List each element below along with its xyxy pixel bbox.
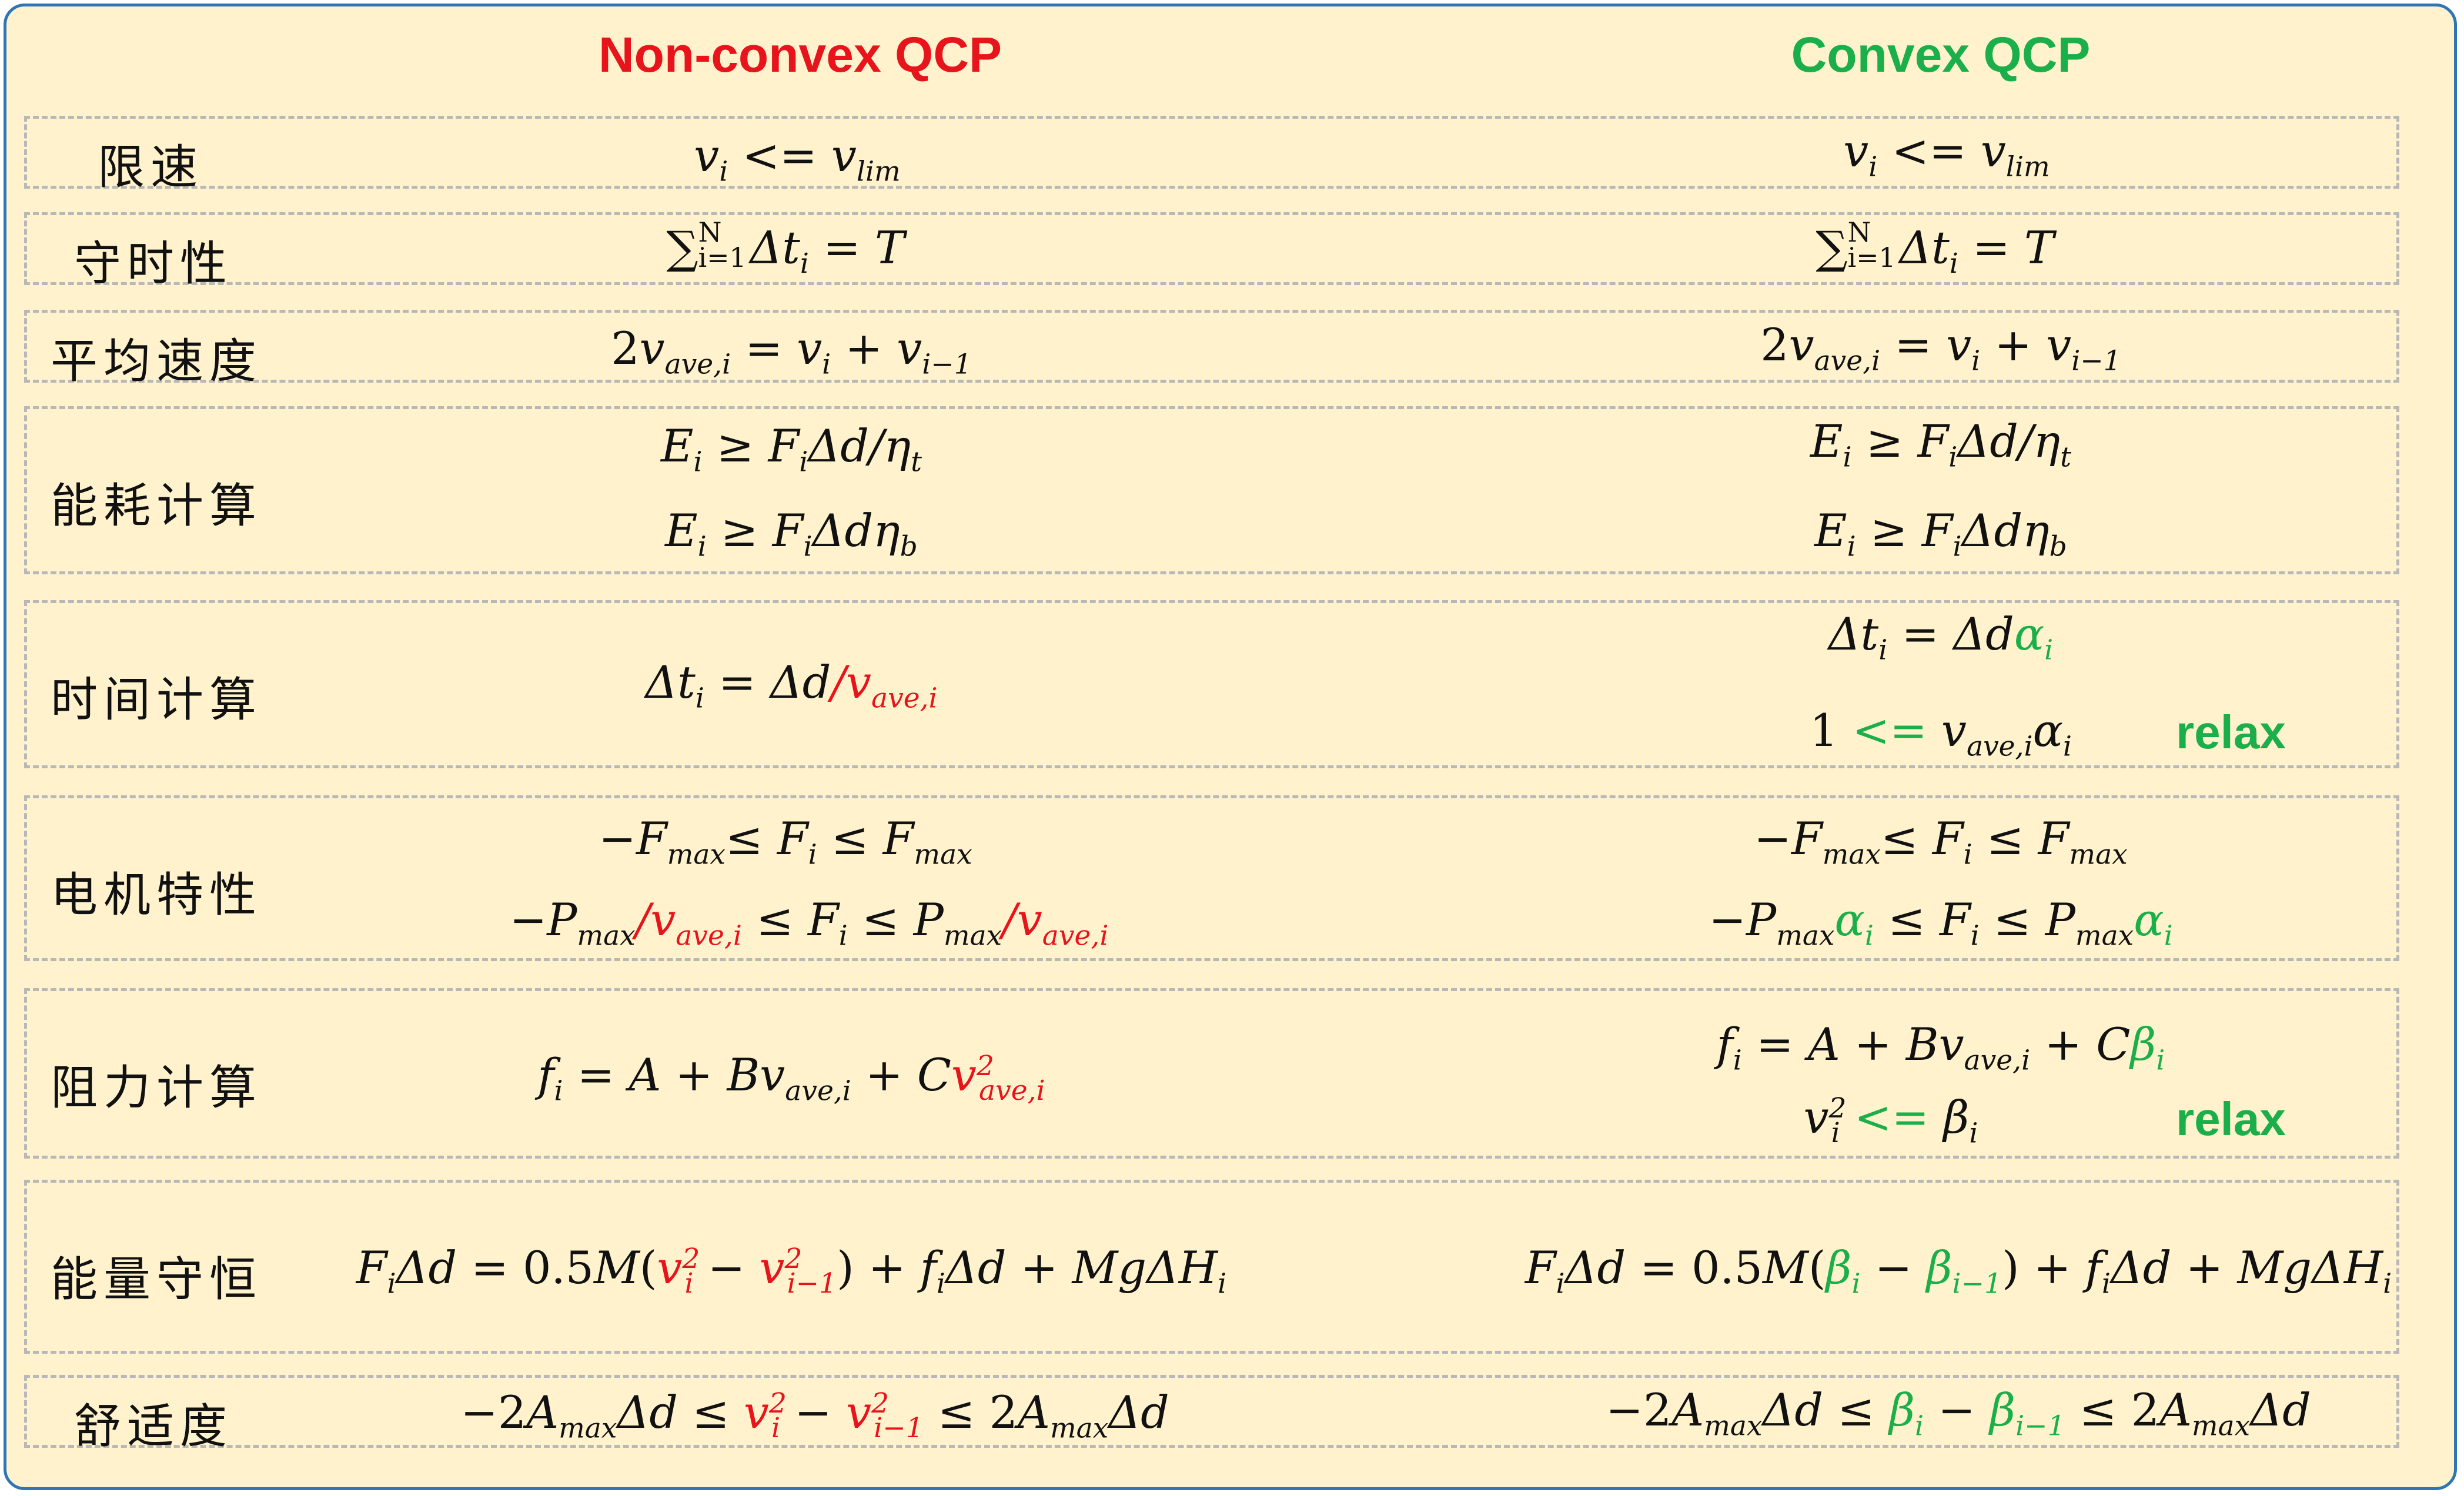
row-time-calculation: 时间计算 Δti = Δd/vave,i Δti = Δdαi 1 <= vav… bbox=[24, 600, 2399, 768]
row-punctuality: 守时性 ∑N i=1Δti = T ∑N i=1Δti = T bbox=[24, 212, 2399, 291]
row-label: 舒适度 bbox=[74, 1399, 233, 1454]
row-label: 守时性 bbox=[74, 236, 233, 291]
row-energy-consumption: 能耗计算 Ei ≥ FiΔd/ηt Ei ≥ FiΔdηb Ei ≥ FiΔd/… bbox=[24, 406, 2399, 574]
convex-eq-average-speed: 2vave,i = vi + vi−1 bbox=[1760, 319, 2121, 377]
row-label: 能量守恒 bbox=[51, 1252, 262, 1307]
convex-eq-punctuality: ∑N i=1Δti = T bbox=[1816, 217, 2054, 280]
row-label: 阻力计算 bbox=[51, 1060, 262, 1115]
convex-eq-time-relaxed: 1 <= vave,iαi bbox=[1809, 704, 2072, 763]
convex-eq-speed-limit: vi <= vlim bbox=[1843, 125, 2050, 183]
row-label: 平均速度 bbox=[51, 334, 262, 389]
nonconvex-eq-energy-traction: Ei ≥ FiΔd/ηt bbox=[660, 420, 922, 478]
convex-eq-power-limit: −Pmaxαi ≤ Fi ≤ Pmaxαi bbox=[1709, 893, 2173, 952]
row-label: 时间计算 bbox=[51, 672, 262, 727]
nonconvex-header: Non-convex QCP bbox=[598, 27, 1002, 82]
convex-eq-comfort: −2AmaxΔd ≤ βi − βi−1 ≤ 2AmaxΔd bbox=[1606, 1384, 2311, 1443]
row-resistance-calculation: 阻力计算 fi = A + Bvave,i + Cv2ave,i fi = A … bbox=[24, 988, 2399, 1159]
nonconvex-eq-average-speed: 2vave,i = vi + vi−1 bbox=[611, 322, 972, 381]
comparison-panel: Non-convex QCP Convex QCP 限速 vi <= vlim … bbox=[4, 4, 2457, 1490]
convex-eq-energy-traction: Ei ≥ FiΔd/ηt bbox=[1810, 415, 2072, 474]
nonconvex-eq-power-limit: −Pmax/vave,i ≤ Fi ≤ Pmax/vave,i bbox=[509, 893, 1109, 952]
nonconvex-eq-time: Δti = Δd/vave,i bbox=[645, 656, 938, 715]
nonconvex-eq-speed-limit: vi <= vlim bbox=[694, 129, 901, 188]
relax-tag-time: relax bbox=[2176, 706, 2286, 758]
row-comfort: 舒适度 −2AmaxΔd ≤ v2i − v2i−1 ≤ 2AmaxΔd −2A… bbox=[24, 1375, 2399, 1454]
convex-eq-resistance-relaxed: v2i <= βi bbox=[1803, 1091, 1978, 1150]
convex-eq-force-limit: −Fmax≤ Fi ≤ Fmax bbox=[1754, 812, 2128, 871]
row-label: 限速 bbox=[98, 140, 203, 195]
nonconvex-eq-force-limit: −Fmax≤ Fi ≤ Fmax bbox=[599, 812, 972, 871]
row-label: 电机特性 bbox=[51, 868, 262, 922]
convex-eq-time: Δti = Δdαi bbox=[1828, 608, 2054, 667]
convex-eq-resistance: fi = A + Bvave,i + Cβi bbox=[1716, 1018, 2165, 1077]
convex-eq-energy-conservation: FiΔd = 0.5M(βi − βi−1) + fiΔd + MgΔHi bbox=[1524, 1241, 2392, 1300]
convex-eq-energy-braking: Ei ≥ FiΔdηb bbox=[1814, 504, 2067, 563]
row-label: 能耗计算 bbox=[51, 478, 262, 533]
row-speed-limit: 限速 vi <= vlim vi <= vlim bbox=[24, 116, 2399, 195]
relax-tag-resistance: relax bbox=[2176, 1093, 2286, 1145]
nonconvex-eq-energy-braking: Ei ≥ FiΔdηb bbox=[665, 504, 918, 563]
nonconvex-eq-resistance: fi = A + Bvave,i + Cv2ave,i bbox=[537, 1049, 1045, 1107]
row-energy-conservation: 能量守恒 FiΔd = 0.5M(v2i − v2i−1) + fiΔd + M… bbox=[24, 1180, 2399, 1354]
convex-header: Convex QCP bbox=[1791, 27, 2091, 82]
row-average-speed: 平均速度 2vave,i = vi + vi−1 2vave,i = vi + … bbox=[24, 310, 2399, 389]
nonconvex-eq-comfort: −2AmaxΔd ≤ v2i − v2i−1 ≤ 2AmaxΔd bbox=[460, 1386, 1169, 1445]
row-motor-characteristics: 电机特性 −Fmax≤ Fi ≤ Fmax −Pmax/vave,i ≤ Fi … bbox=[24, 795, 2399, 961]
nonconvex-eq-energy-conservation: FiΔd = 0.5M(v2i − v2i−1) + fiΔd + MgΔHi bbox=[356, 1241, 1227, 1300]
nonconvex-eq-punctuality: ∑N i=1Δti = T bbox=[666, 217, 905, 280]
